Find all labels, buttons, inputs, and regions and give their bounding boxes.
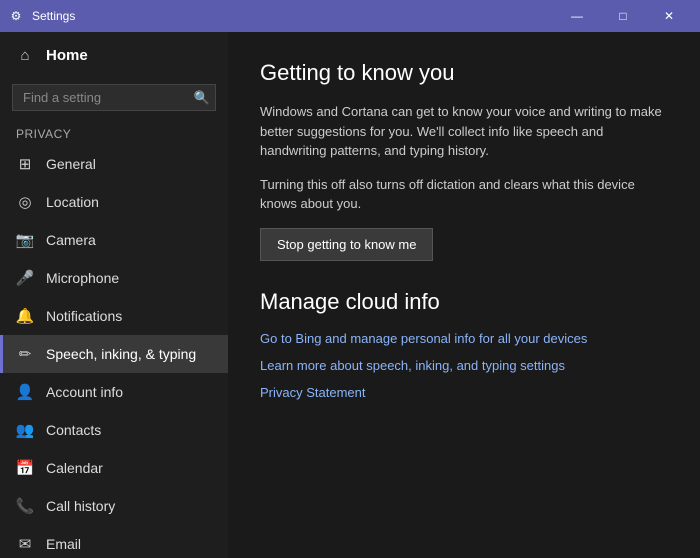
notifications-label: Notifications	[46, 308, 122, 324]
sidebar-home[interactable]: ⌂ Home	[0, 32, 228, 78]
sidebar-item-notifications[interactable]: 🔔 Notifications	[0, 297, 228, 335]
title-bar: ⚙ Settings — □ ✕	[0, 0, 700, 32]
minimize-button[interactable]: —	[554, 0, 600, 32]
general-icon: ⊞	[16, 155, 34, 173]
sidebar-item-account-info[interactable]: 👤 Account info	[0, 373, 228, 411]
title-bar-left: ⚙ Settings	[8, 8, 75, 24]
privacy-section-label: Privacy	[0, 121, 228, 145]
sidebar-item-location[interactable]: ◎ Location	[0, 183, 228, 221]
sidebar-item-general[interactable]: ⊞ General	[0, 145, 228, 183]
general-label: General	[46, 156, 96, 172]
notifications-icon: 🔔	[16, 307, 34, 325]
call-history-icon: 📞	[16, 497, 34, 515]
app-title: Settings	[32, 9, 75, 23]
sidebar-item-calendar[interactable]: 📅 Calendar	[0, 449, 228, 487]
location-icon: ◎	[16, 193, 34, 211]
account-icon: 👤	[16, 383, 34, 401]
sidebar-item-call-history[interactable]: 📞 Call history	[0, 487, 228, 525]
contacts-icon: 👥	[16, 421, 34, 439]
email-icon: ✉	[16, 535, 34, 553]
sidebar-item-camera[interactable]: 📷 Camera	[0, 221, 228, 259]
microphone-icon: 🎤	[16, 269, 34, 287]
speech-label: Speech, inking, & typing	[46, 346, 196, 362]
main-content: Getting to know you Windows and Cortana …	[228, 32, 700, 558]
speech-inking-settings-link[interactable]: Learn more about speech, inking, and typ…	[260, 358, 668, 373]
camera-label: Camera	[46, 232, 96, 248]
account-label: Account info	[46, 384, 123, 400]
getting-to-know-desc2: Turning this off also turns off dictatio…	[260, 175, 668, 214]
microphone-label: Microphone	[46, 270, 119, 286]
getting-to-know-desc1: Windows and Cortana can get to know your…	[260, 102, 668, 161]
app-container: ⌂ Home 🔍 Privacy ⊞ General ◎ Location 📷 …	[0, 32, 700, 558]
sidebar-item-email[interactable]: ✉ Email	[0, 525, 228, 558]
manage-cloud-title: Manage cloud info	[260, 289, 668, 315]
app-icon: ⚙	[8, 8, 24, 24]
sidebar: ⌂ Home 🔍 Privacy ⊞ General ◎ Location 📷 …	[0, 32, 228, 558]
contacts-label: Contacts	[46, 422, 101, 438]
getting-to-know-title: Getting to know you	[260, 60, 668, 86]
call-history-label: Call history	[46, 498, 115, 514]
sidebar-item-contacts[interactable]: 👥 Contacts	[0, 411, 228, 449]
search-icon-btn[interactable]: 🔍	[194, 90, 210, 106]
home-label: Home	[46, 47, 88, 64]
search-box: 🔍	[12, 84, 216, 111]
title-bar-controls: — □ ✕	[554, 0, 692, 32]
sidebar-item-microphone[interactable]: 🎤 Microphone	[0, 259, 228, 297]
email-label: Email	[46, 536, 81, 552]
stop-getting-to-know-button[interactable]: Stop getting to know me	[260, 228, 433, 261]
location-label: Location	[46, 194, 99, 210]
camera-icon: 📷	[16, 231, 34, 249]
speech-icon: ✏	[16, 345, 34, 363]
calendar-label: Calendar	[46, 460, 103, 476]
calendar-icon: 📅	[16, 459, 34, 477]
maximize-button[interactable]: □	[600, 0, 646, 32]
bing-manage-link[interactable]: Go to Bing and manage personal info for …	[260, 331, 668, 346]
home-icon: ⌂	[16, 46, 34, 64]
sidebar-item-speech-inking-typing[interactable]: ✏ Speech, inking, & typing	[0, 335, 228, 373]
search-input[interactable]	[12, 84, 216, 111]
close-button[interactable]: ✕	[646, 0, 692, 32]
privacy-statement-link[interactable]: Privacy Statement	[260, 385, 668, 400]
